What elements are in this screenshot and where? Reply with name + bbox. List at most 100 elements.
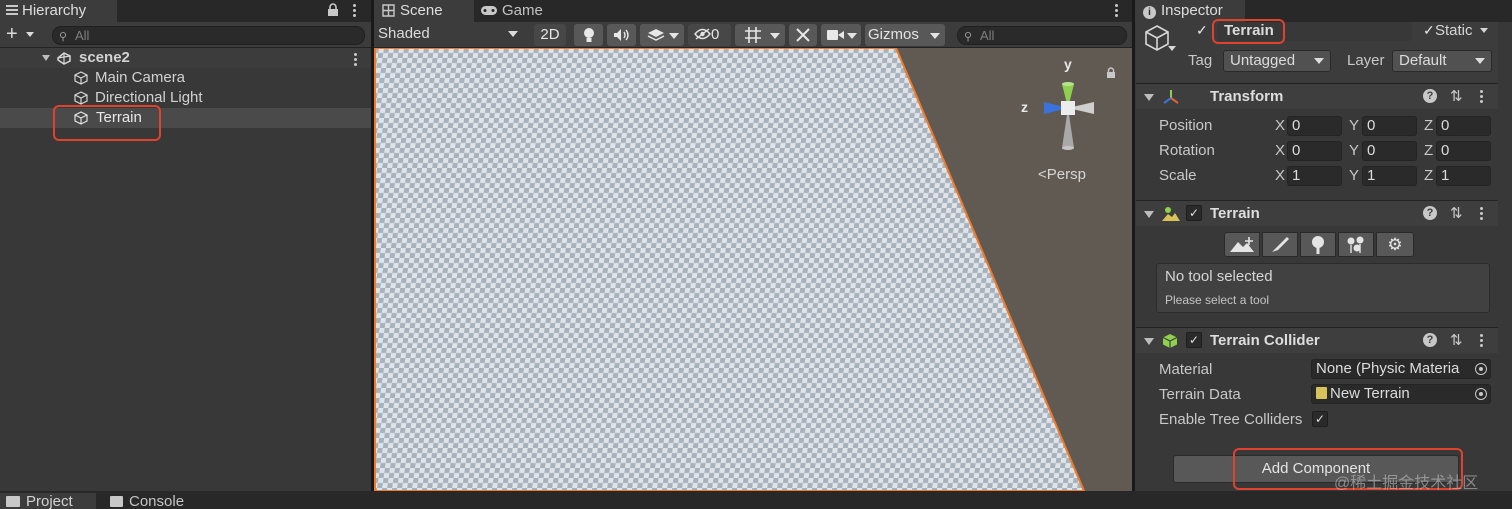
foldout-icon[interactable] — [1144, 338, 1154, 345]
transform-row-position: Position X 0 Y 0 Z 0 — [1136, 115, 1498, 137]
chevron-down-icon[interactable] — [1168, 46, 1176, 51]
gizmo-lock-icon[interactable] — [1106, 65, 1116, 82]
tab-game[interactable]: Game — [474, 0, 564, 22]
add-icon[interactable]: + — [6, 24, 18, 44]
tab-scene-label: Scene — [400, 2, 443, 19]
foldout-icon[interactable] — [42, 55, 50, 61]
scale-z-field[interactable]: 1 — [1436, 166, 1491, 186]
video-camera-icon — [826, 30, 844, 40]
axis-z-label: Z — [1424, 167, 1434, 184]
component-menu-icon[interactable] — [1480, 207, 1484, 222]
gizmo-axis-y-label: y — [1064, 56, 1072, 72]
paint-details-button[interactable] — [1338, 232, 1374, 257]
gizmos-dropdown[interactable]: Gizmos — [865, 24, 945, 46]
rotation-y-field[interactable]: 0 — [1362, 141, 1417, 161]
tag-dropdown[interactable]: Untagged — [1223, 50, 1331, 72]
active-checkmark-icon[interactable]: ✓ — [1196, 22, 1208, 39]
help-icon[interactable]: ? — [1423, 206, 1437, 220]
transform-body: Position X 0 Y 0 Z 0 Rotation X 0 Y 0 Z … — [1136, 110, 1498, 197]
gamepad-icon — [480, 1, 498, 15]
terrain-collider-header[interactable]: ✓ Terrain Collider ? ⇅ — [1136, 327, 1498, 353]
preset-sliders-icon[interactable]: ⇅ — [1450, 331, 1463, 349]
object-picker-icon[interactable] — [1475, 363, 1487, 375]
eye-slash-icon — [694, 25, 711, 40]
bottom-tabbar: Project Console @稀土掘金技术社区 — [0, 475, 1512, 509]
paint-texture-button[interactable] — [1262, 232, 1298, 257]
static-checkmark-icon[interactable]: ✓ — [1423, 22, 1435, 39]
transform-row-rotation: Rotation X 0 Y 0 Z 0 — [1136, 140, 1498, 162]
shading-mode-dropdown[interactable]: Shaded — [374, 24, 524, 46]
scene-menu-icon[interactable] — [1115, 4, 1119, 19]
hierarchy-toolbar: + ⚲ All — [0, 22, 371, 48]
orientation-gizmo[interactable] — [1018, 56, 1118, 166]
terrain-settings-button[interactable]: ⚙ — [1376, 232, 1414, 257]
preset-sliders-icon[interactable]: ⇅ — [1450, 204, 1463, 222]
rotation-z-field[interactable]: 0 — [1436, 141, 1491, 161]
tool-status-text: No tool selected — [1165, 268, 1273, 285]
terrain-enabled-checkbox[interactable]: ✓ — [1186, 205, 1202, 221]
component-menu-icon[interactable] — [1480, 90, 1484, 105]
scene-search-input[interactable]: ⚲ All — [957, 26, 1127, 45]
tab-project-label: Project — [26, 493, 73, 509]
hierarchy-search-input[interactable]: ⚲ All — [52, 26, 365, 45]
tab-scene[interactable]: Scene — [374, 0, 474, 22]
tree-colliders-checkbox[interactable]: ✓ — [1312, 411, 1328, 427]
projection-toggle[interactable]: <Persp — [1038, 166, 1086, 183]
axis-y-label: Y — [1349, 142, 1360, 159]
axis-x-label: X — [1275, 142, 1286, 159]
scale-x-field[interactable]: 1 — [1287, 166, 1342, 186]
terrain-data-field[interactable]: New Terrain — [1311, 384, 1491, 404]
transform-header[interactable]: Transform ? ⇅ — [1136, 83, 1498, 109]
foldout-icon[interactable] — [1144, 94, 1154, 101]
component-menu-icon[interactable] — [1480, 334, 1484, 349]
layer-dropdown[interactable]: Default — [1392, 50, 1492, 72]
static-label[interactable]: Static — [1435, 22, 1473, 39]
position-label: Position — [1159, 117, 1213, 134]
rotation-x-field[interactable]: 0 — [1287, 141, 1342, 161]
tab-hierarchy[interactable]: Hierarchy — [0, 0, 117, 22]
grid-snap-button[interactable] — [735, 24, 785, 46]
help-icon[interactable]: ? — [1423, 89, 1437, 103]
tab-project[interactable]: Project — [0, 493, 96, 509]
audio-toggle-button[interactable] — [607, 24, 636, 46]
position-x-field[interactable]: 0 — [1287, 116, 1342, 136]
scale-y-field[interactable]: 1 — [1362, 166, 1417, 186]
hierarchy-menu-icon[interactable] — [353, 4, 357, 19]
terrain-tool-info-box: No tool selected Please select a tool — [1156, 263, 1490, 313]
chevron-down-icon[interactable] — [1480, 28, 1488, 33]
terrain-toolbar: ⚙ — [1224, 232, 1420, 258]
toggle-2d-button[interactable]: 2D — [534, 24, 566, 46]
lock-icon[interactable] — [327, 3, 339, 17]
terrain-component-header[interactable]: ✓ Terrain ? ⇅ — [1136, 200, 1498, 226]
tab-console[interactable]: Console — [100, 493, 210, 509]
help-icon[interactable]: ? — [1423, 333, 1437, 347]
lighting-toggle-button[interactable] — [574, 24, 603, 46]
raise-lower-terrain-button[interactable] — [1224, 232, 1260, 257]
tools-button[interactable] — [789, 24, 817, 46]
scene-panel: Scene Game Shaded 2D 0 Gizmos ⚲ All y z … — [374, 0, 1132, 491]
scene-menu-icon[interactable] — [354, 53, 358, 68]
material-field[interactable]: None (Physic Materia — [1311, 359, 1491, 379]
position-y-field[interactable]: 0 — [1362, 116, 1417, 136]
axis-z-label: Z — [1424, 117, 1434, 134]
hidden-objects-button[interactable]: 0 — [688, 24, 731, 46]
effects-toggle-button[interactable] — [640, 24, 684, 46]
preset-sliders-icon[interactable]: ⇅ — [1450, 87, 1463, 105]
tree-icon — [1312, 236, 1324, 254]
layers-icon — [647, 29, 665, 41]
terrain-collider-enabled-checkbox[interactable]: ✓ — [1186, 332, 1202, 348]
hierarchy-item-main-camera[interactable]: Main Camera — [0, 68, 371, 88]
camera-settings-button[interactable] — [821, 24, 861, 46]
transform-row-scale: Scale X 1 Y 1 Z 1 — [1136, 165, 1498, 187]
object-picker-icon[interactable] — [1475, 388, 1487, 400]
chevron-down-icon[interactable] — [26, 32, 34, 37]
scene-viewport[interactable]: y z <Persp — [374, 48, 1132, 491]
collider-cube-icon — [1162, 334, 1178, 348]
scene-row[interactable]: scene2 — [0, 48, 371, 68]
position-z-field[interactable]: 0 — [1436, 116, 1491, 136]
mountain-plus-icon — [1230, 237, 1254, 252]
layer-value: Default — [1399, 52, 1447, 69]
chevron-down-icon — [1475, 58, 1485, 64]
foldout-icon[interactable] — [1144, 211, 1154, 218]
paint-trees-button[interactable] — [1300, 232, 1336, 257]
